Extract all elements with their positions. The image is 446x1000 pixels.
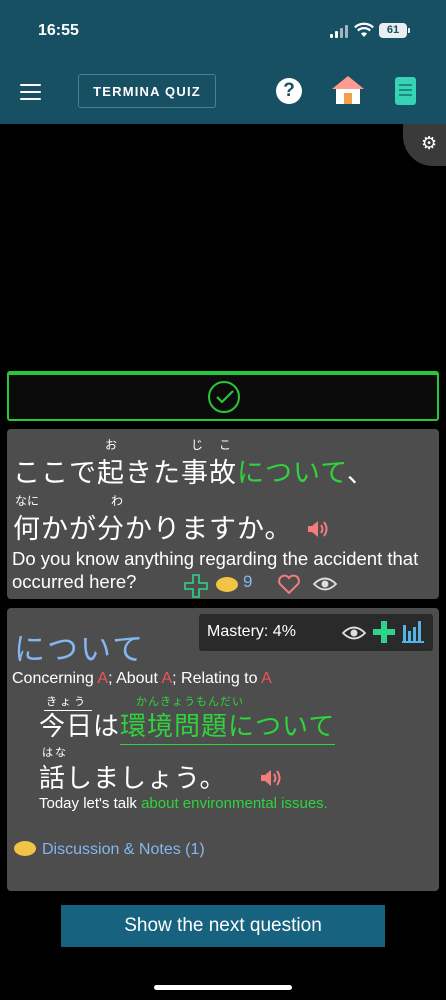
eye-icon[interactable]	[313, 576, 337, 592]
question-card: お じ こ ここで起きた事故について、 なに わ 何かが分かりますか。 Do y…	[7, 429, 439, 599]
gear-icon[interactable]: ⚙	[421, 133, 437, 154]
grammar-meaning: Concerning A; About A; Relating to A	[12, 670, 272, 687]
clock: 16:55	[38, 22, 79, 39]
speaker-icon[interactable]	[259, 768, 283, 788]
example-line-2: 話しましょう。	[39, 764, 227, 794]
next-question-button[interactable]: Show the next question	[61, 905, 385, 947]
status-bar: 16:55 61	[0, 0, 446, 62]
example-translation: Today let's talk about environmental iss…	[39, 795, 328, 812]
battery-icon: 61	[379, 23, 407, 38]
grammar-title: について	[14, 632, 146, 668]
battery-tip	[408, 28, 410, 33]
heart-icon[interactable]	[277, 574, 301, 595]
bar-chart-icon[interactable]	[402, 621, 424, 643]
comment-count[interactable]: 9	[243, 572, 252, 592]
book-icon[interactable]	[395, 77, 416, 105]
settings-tab[interactable]: ⚙	[403, 124, 446, 166]
comment-icon[interactable]	[14, 841, 36, 856]
add-icon[interactable]	[184, 574, 208, 598]
grammar-card: Mastery: 4% について Concerning A; About A; …	[7, 608, 439, 891]
eye-icon[interactable]	[342, 625, 366, 641]
speaker-icon[interactable]	[306, 519, 330, 539]
termina-quiz-button[interactable]: TERMINA QUIZ	[78, 74, 216, 108]
question-line-2: 何かが分かりますか。	[13, 514, 293, 545]
wifi-icon	[354, 22, 374, 37]
home-icon[interactable]	[331, 74, 365, 106]
example-highlight: 環境問題について	[120, 712, 336, 745]
answer-result-bar	[7, 371, 439, 421]
check-circle-icon	[208, 381, 240, 413]
home-indicator[interactable]	[154, 985, 292, 990]
comment-icon[interactable]	[216, 577, 238, 592]
question-line-1: ここで起きた事故について、	[13, 458, 375, 489]
menu-icon[interactable]	[20, 84, 41, 101]
discussion-link[interactable]: Discussion & Notes (1)	[14, 841, 205, 859]
mastery-label: Mastery: 4%	[207, 623, 296, 640]
app-header: TERMINA QUIZ ?	[0, 62, 446, 124]
cellular-signal-icon	[330, 25, 348, 38]
example-line-1: 今日は環境問題について	[39, 706, 336, 745]
mastery-panel: Mastery: 4%	[199, 614, 433, 651]
add-icon[interactable]	[373, 621, 395, 643]
target-grammar: について	[237, 458, 347, 489]
help-icon[interactable]: ?	[276, 78, 302, 104]
